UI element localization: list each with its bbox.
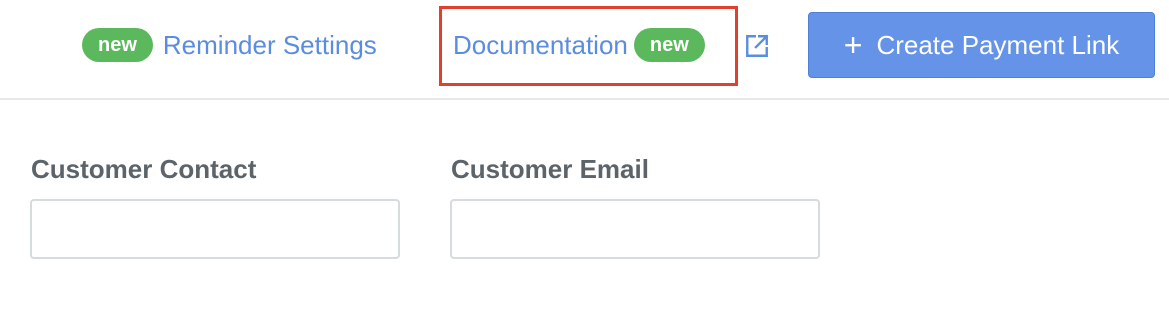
create-payment-link-button[interactable]: + Create Payment Link [808,12,1155,78]
external-link-icon[interactable] [744,33,770,59]
customer-contact-label: Customer Contact [31,154,257,184]
top-toolbar: new Reminder Settings Documentation new … [0,0,1169,100]
customer-contact-input[interactable] [30,199,400,259]
documentation-link[interactable]: Documentation new [453,28,705,62]
create-payment-link-label: Create Payment Link [876,30,1120,60]
documentation-label: Documentation [453,30,628,60]
reminder-settings-label: Reminder Settings [162,30,377,60]
new-badge: new [82,28,153,62]
plus-icon: + [843,27,863,63]
customer-email-label: Customer Email [451,154,649,184]
reminder-settings-link[interactable]: new Reminder Settings [82,28,377,62]
new-badge: new [633,28,705,62]
customer-email-input[interactable] [450,199,820,259]
